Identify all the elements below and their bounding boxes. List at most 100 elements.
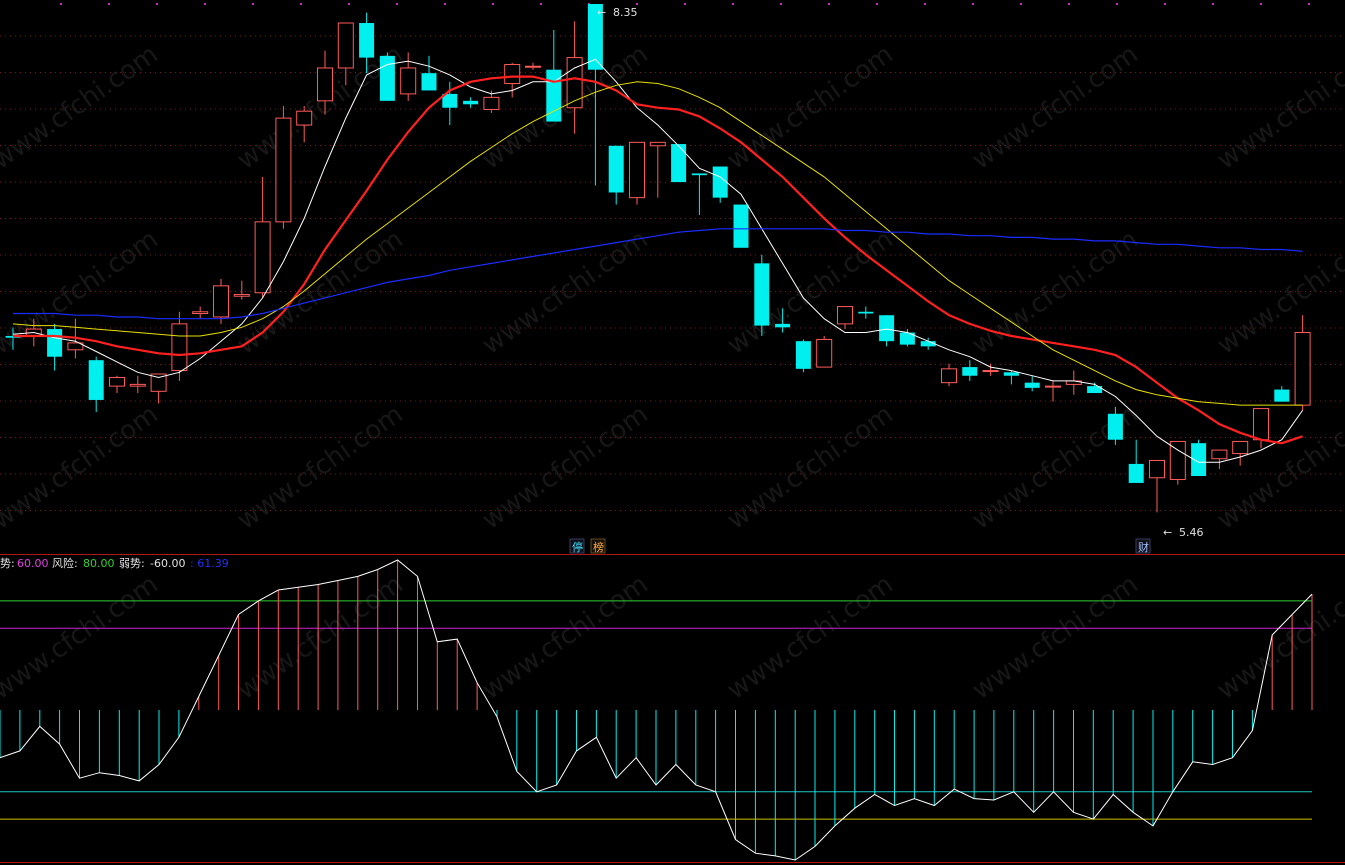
candle-body (1232, 440, 1249, 455)
event-marker-ting[interactable]: 停 (569, 538, 585, 554)
candle-body (525, 65, 541, 68)
candle-body (566, 57, 583, 109)
candle-body (359, 23, 375, 58)
candle-body (254, 221, 271, 294)
candle-body (192, 311, 209, 314)
candle-body (816, 338, 833, 368)
top-dot (732, 3, 734, 5)
candle-body (608, 145, 624, 193)
high-price-label: 8.35 (613, 6, 638, 19)
risk-value: 80.00 (83, 557, 115, 570)
candle (795, 339, 811, 373)
top-dot (828, 3, 830, 5)
candle-body (317, 67, 333, 102)
top-dot (780, 3, 782, 5)
candle-body (858, 311, 874, 314)
top-dot (636, 3, 638, 5)
candle-body (379, 55, 395, 101)
top-dot (108, 3, 110, 5)
candle-body (47, 329, 63, 357)
candle-body (1211, 449, 1228, 460)
top-dot (1164, 3, 1166, 5)
low-price-label: 5.46 (1179, 526, 1204, 539)
candle-body (1294, 332, 1311, 406)
candle-body (733, 204, 749, 248)
high-arrow: ← (597, 6, 606, 19)
weak-label: 弱势: (119, 557, 145, 570)
candle-body (337, 22, 354, 69)
candle-body (129, 383, 146, 387)
candle-body (109, 376, 125, 387)
candle-body (1274, 389, 1290, 402)
marker-cai-text: 财 (1138, 540, 1149, 554)
top-dot (300, 3, 302, 5)
top-dot (492, 3, 494, 5)
candle-body (504, 64, 521, 85)
event-marker-bang[interactable]: 榜 (590, 538, 606, 554)
candle-body (1107, 413, 1123, 440)
candle-body (233, 293, 250, 297)
candle-body (712, 166, 728, 198)
candle-body (296, 110, 313, 126)
top-dot (972, 3, 974, 5)
top-dot (444, 3, 446, 5)
candle-body (982, 370, 999, 373)
candle-body (691, 173, 707, 176)
top-dot (1116, 3, 1118, 5)
top-dot (924, 3, 926, 5)
candle (816, 335, 833, 368)
marker-bang-text: 榜 (593, 540, 604, 554)
top-dot (540, 3, 542, 5)
top-dot (876, 3, 878, 5)
top-dot (348, 3, 350, 5)
candle (712, 166, 728, 203)
top-dot (1260, 3, 1262, 5)
candle-body (795, 341, 811, 369)
candle-body (88, 360, 104, 400)
chart-background (0, 0, 1345, 865)
candle-body (463, 100, 479, 105)
top-dot (1308, 3, 1310, 5)
risk-label: 风险: (52, 556, 78, 570)
candle-body (754, 263, 770, 326)
candle-body (171, 323, 188, 372)
current-value: : 61.39 (190, 557, 229, 570)
candle-body (213, 285, 229, 318)
top-dot (684, 3, 686, 5)
candle-body (775, 323, 791, 328)
candle-body (879, 315, 895, 342)
candle (275, 106, 292, 229)
candle-body (837, 306, 853, 325)
weak-value: -60.00 (150, 557, 185, 570)
candle (213, 278, 229, 324)
top-dot (1068, 3, 1070, 5)
candle-body (962, 367, 978, 376)
stock-chart-canvas: www.cfchi.com www.cfchi.com www.cfchi.com w… (0, 0, 1345, 865)
strong-label: 势: (0, 557, 15, 570)
top-dot (252, 3, 254, 5)
candle-body (1024, 382, 1040, 388)
top-dot (156, 3, 158, 5)
top-dot (204, 3, 206, 5)
candle-body (1128, 463, 1144, 483)
candle-body (1045, 385, 1061, 388)
high-annotation: ← 8.35 (597, 6, 638, 19)
candle-body (671, 144, 687, 183)
indicator-header: 势: 60.00 风险: 80.00 弱势: -60.00 : 61.39 (0, 556, 229, 570)
strong-value: 60.00 (17, 557, 49, 570)
candle-body (629, 141, 645, 199)
candle-body (649, 141, 666, 147)
candle-body (1149, 459, 1165, 479)
candle-body (421, 73, 437, 91)
event-marker-cai[interactable]: 财 (1135, 538, 1151, 554)
candle (733, 204, 749, 248)
candle (671, 144, 687, 183)
candle-body (1003, 372, 1019, 376)
candle-body (1253, 408, 1269, 441)
top-dot (1212, 3, 1214, 5)
candle (754, 254, 770, 336)
candle (1169, 440, 1186, 485)
top-dot (1020, 3, 1022, 5)
top-dot (396, 3, 398, 5)
low-annotation: ← 5.46 (1163, 526, 1204, 539)
